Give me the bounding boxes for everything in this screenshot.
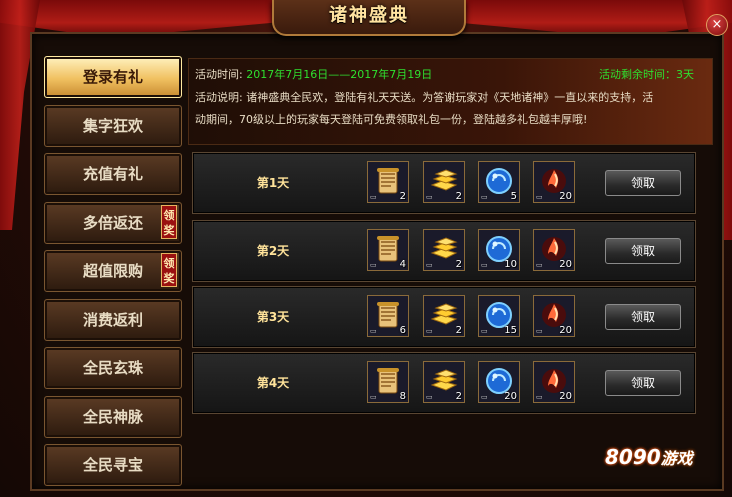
- event-desc-text-2: 动期间，70级以上的玩家每天登陆可免费领取礼包一份，登陆越多礼包越丰厚哦!: [195, 113, 588, 126]
- sidebar-item-label: 全民神脉: [82, 407, 143, 426]
- item-count: 20: [559, 259, 572, 270]
- reward-item[interactable]: ▭ 2: [423, 361, 465, 403]
- bound-lock-icon: ▭: [481, 261, 488, 269]
- reward-row: 第1天 ▭ 2 ▭ 2 ▭ 5 ▭ 20 领取: [192, 152, 696, 214]
- sidebar-item-limited-sale[interactable]: 超值限购 领奖: [44, 250, 182, 292]
- event-desc-text-1: 诸神盛典全民欢，登陆有礼天天送。为答谢玩家对《天地诸神》一直以来的支持，活: [246, 91, 654, 104]
- bound-lock-icon: ▭: [426, 393, 433, 401]
- bound-lock-icon: ▭: [370, 327, 377, 335]
- item-count: 2: [455, 391, 462, 402]
- sidebar-item-recharge-gift[interactable]: 充值有礼: [44, 153, 182, 195]
- bound-lock-icon: ▭: [536, 193, 543, 201]
- claim-button[interactable]: 领取: [605, 238, 681, 264]
- claim-button[interactable]: 领取: [605, 304, 681, 330]
- day-label: 第2天: [256, 244, 290, 258]
- event-time-label: 活动时间:: [195, 68, 243, 81]
- sidebar-item-label: 集字狂欢: [82, 116, 143, 135]
- item-count: 2: [455, 259, 462, 270]
- reward-item[interactable]: ▭ 15: [478, 295, 520, 337]
- sidebar-item-label: 全民寻宝: [82, 456, 143, 474]
- claim-button[interactable]: 领取: [605, 370, 681, 396]
- event-description-line2: 动期间，70级以上的玩家每天登陆可免费领取礼包一份，登陆越多礼包越丰厚哦!: [195, 111, 587, 127]
- bound-lock-icon: ▭: [536, 393, 543, 401]
- claim-badge: 领奖: [161, 204, 177, 239]
- bound-lock-icon: ▭: [536, 327, 543, 335]
- reward-row: 第3天 ▭ 6 ▭ 2 ▭ 15 ▭ 20 领取: [192, 286, 696, 348]
- reward-item[interactable]: ▭ 8: [367, 361, 409, 403]
- event-desc-label: 活动说明:: [195, 91, 243, 104]
- site-watermark-logo: 8090游戏: [605, 445, 725, 493]
- bound-lock-icon: ▭: [481, 193, 488, 201]
- day-label: 第4天: [256, 376, 290, 390]
- item-count: 2: [455, 325, 462, 336]
- reward-item[interactable]: ▭ 2: [367, 161, 409, 203]
- reward-item[interactable]: ▭ 20: [533, 295, 575, 337]
- reward-row: 第2天 ▭ 4 ▭ 2 ▭ 10 ▭ 20 领取: [192, 220, 696, 282]
- reward-item[interactable]: ▭ 4: [367, 229, 409, 271]
- bound-lock-icon: ▭: [481, 327, 488, 335]
- sidebar-item-spend-rebate[interactable]: 消费返利: [44, 298, 182, 341]
- event-time: 活动时间: 2017年7月16日——2017年7月19日: [195, 66, 432, 82]
- sidebar-item-label: 消费返利: [82, 310, 143, 329]
- reward-item[interactable]: ▭ 2: [423, 295, 465, 337]
- item-count: 5: [510, 191, 517, 202]
- sidebar-nav: 登录有礼 集字狂欢 充值有礼 多倍返还 领奖 超值限购 领奖 消费返利 全民玄珠 全…: [44, 56, 184, 493]
- bound-lock-icon: ▭: [481, 393, 488, 401]
- event-info-panel: 活动时间: 2017年7月16日——2017年7月19日 活动剩余时间：3天 活…: [188, 58, 713, 145]
- remaining-time: 活动剩余时间：3天: [599, 66, 694, 82]
- bound-lock-icon: ▭: [370, 193, 377, 201]
- day-label: 第1天: [256, 176, 290, 190]
- bound-lock-icon: ▭: [426, 193, 433, 201]
- sidebar-item-login-gift[interactable]: 登录有礼: [44, 56, 182, 98]
- bound-lock-icon: ▭: [536, 261, 543, 269]
- sidebar-item-treasure-hunt[interactable]: 全民寻宝: [44, 444, 182, 486]
- reward-item[interactable]: ▭ 6: [367, 295, 409, 337]
- bound-lock-icon: ▭: [370, 393, 377, 401]
- sidebar-item-multi-return[interactable]: 多倍返还 领奖: [44, 201, 182, 244]
- event-window: 诸神盛典 × 登录有礼 集字狂欢 充值有礼 多倍返还 领奖 超值限购 领奖 消费返利…: [0, 0, 732, 497]
- claim-badge: 领奖: [161, 253, 177, 287]
- sidebar-item-label: 全民玄珠: [82, 359, 143, 377]
- sidebar-item-mystic-pearl[interactable]: 全民玄珠: [44, 347, 182, 389]
- sidebar-item-collect-words[interactable]: 集字狂欢: [44, 104, 182, 147]
- item-count: 10: [504, 259, 517, 270]
- item-count: 20: [504, 391, 517, 402]
- window-title: 诸神盛典: [272, 0, 466, 36]
- reward-item[interactable]: ▭ 2: [423, 161, 465, 203]
- watermark-number: 8090: [605, 445, 661, 469]
- bound-lock-icon: ▭: [370, 261, 377, 269]
- reward-item[interactable]: ▭ 10: [478, 229, 520, 271]
- reward-item[interactable]: ▭ 5: [478, 161, 520, 203]
- watermark-text: 游戏: [660, 449, 693, 468]
- remaining-time-value: 3天: [676, 68, 694, 81]
- sidebar-item-divine-vein[interactable]: 全民神脉: [44, 395, 182, 438]
- day-label: 第3天: [256, 310, 290, 324]
- event-time-value: 2017年7月16日——2017年7月19日: [246, 68, 433, 81]
- item-count: 4: [399, 259, 406, 270]
- item-count: 2: [399, 191, 406, 202]
- remaining-time-label: 活动剩余时间：: [599, 68, 676, 81]
- item-count: 2: [455, 191, 462, 202]
- reward-item[interactable]: ▭ 20: [478, 361, 520, 403]
- reward-item[interactable]: ▭ 20: [533, 361, 575, 403]
- bound-lock-icon: ▭: [426, 327, 433, 335]
- sidebar-item-label: 多倍返还: [82, 213, 143, 232]
- bound-lock-icon: ▭: [426, 261, 433, 269]
- item-count: 6: [399, 325, 406, 336]
- reward-item[interactable]: ▭ 20: [533, 161, 575, 203]
- sidebar-item-label: 充值有礼: [82, 165, 143, 183]
- reward-item[interactable]: ▭ 2: [423, 229, 465, 271]
- close-icon[interactable]: ×: [706, 14, 728, 36]
- reward-row: 第4天 ▭ 8 ▭ 2 ▭ 20 ▭ 20 领取: [192, 352, 696, 414]
- item-count: 20: [559, 191, 572, 202]
- reward-item[interactable]: ▭ 20: [533, 229, 575, 271]
- sidebar-item-label: 登录有礼: [82, 68, 143, 86]
- event-description-line1: 活动说明: 诸神盛典全民欢，登陆有礼天天送。为答谢玩家对《天地诸神》一直以来的支…: [195, 89, 653, 105]
- item-count: 15: [504, 325, 517, 336]
- sidebar-item-label: 超值限购: [82, 262, 143, 280]
- item-count: 8: [399, 391, 406, 402]
- item-count: 20: [559, 325, 572, 336]
- item-count: 20: [559, 391, 572, 402]
- claim-button[interactable]: 领取: [605, 170, 681, 196]
